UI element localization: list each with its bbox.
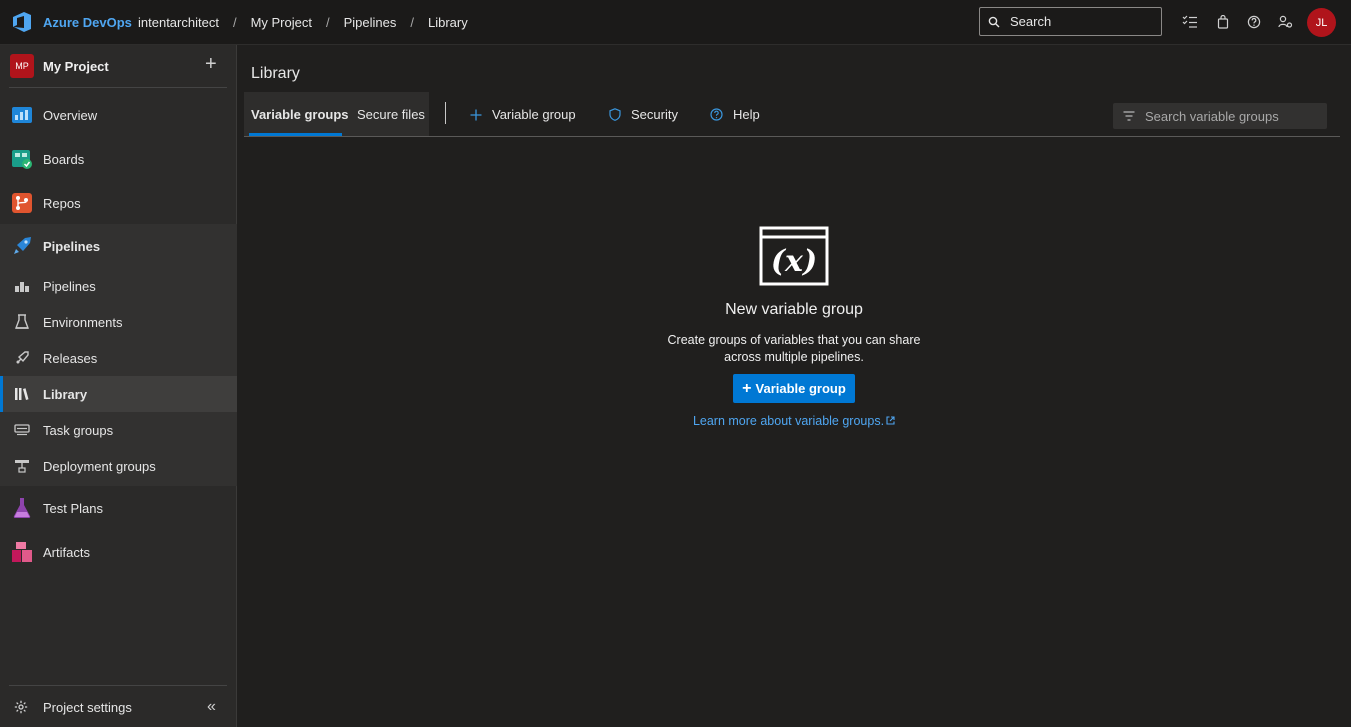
divider bbox=[9, 685, 227, 686]
help-command[interactable]: Help bbox=[710, 107, 760, 122]
page-title: Library bbox=[251, 65, 300, 82]
sidebar-item-task-groups[interactable]: Task groups bbox=[0, 412, 237, 448]
sidebar-item-overview[interactable]: Overview bbox=[0, 93, 237, 137]
add-project-button[interactable]: + bbox=[205, 53, 217, 76]
azure-devops-logo-icon[interactable] bbox=[11, 11, 33, 33]
button-label: Variable group bbox=[755, 381, 846, 396]
sidebar-item-releases[interactable]: Releases bbox=[0, 340, 237, 376]
active-tab-indicator bbox=[249, 133, 342, 136]
command-label: Variable group bbox=[492, 107, 576, 122]
tab-variable-groups[interactable]: Variable groups bbox=[251, 107, 349, 122]
project-settings-label: Project settings bbox=[43, 699, 132, 715]
test-plans-icon bbox=[13, 498, 31, 518]
sidebar-item-label: Test Plans bbox=[43, 500, 103, 516]
breadcrumb-pipelines[interactable]: Pipelines bbox=[344, 15, 397, 30]
deployment-groups-icon bbox=[15, 460, 29, 473]
command-label: Help bbox=[733, 107, 760, 122]
filter-box[interactable] bbox=[1113, 103, 1327, 129]
sidebar: MP My Project + Overview Boards Repos Pi… bbox=[0, 45, 237, 727]
breadcrumb: intentarchitect / My Project / Pipelines… bbox=[138, 15, 468, 30]
sidebar-item-label: Repos bbox=[43, 195, 81, 211]
project-settings-button[interactable]: Project settings « bbox=[0, 688, 237, 726]
sidebar-item-label: Task groups bbox=[43, 422, 114, 438]
search-icon bbox=[988, 16, 1000, 27]
description-line: across multiple pipelines. bbox=[724, 350, 864, 364]
sidebar-item-boards[interactable]: Boards bbox=[0, 137, 237, 181]
collapse-sidebar-button[interactable]: « bbox=[207, 698, 216, 716]
gear-icon bbox=[14, 700, 28, 714]
variable-group-icon: (x) bbox=[759, 226, 829, 286]
breadcrumb-library[interactable]: Library bbox=[428, 15, 468, 30]
new-variable-group-button[interactable]: + Variable group bbox=[733, 374, 855, 403]
empty-state-description: Create groups of variables that you can … bbox=[644, 332, 944, 366]
avatar[interactable]: JL bbox=[1307, 8, 1336, 37]
security-command[interactable]: Security bbox=[609, 107, 678, 122]
top-bar: Azure DevOps intentarchitect / My Projec… bbox=[0, 0, 1351, 45]
sidebar-item-label: Pipelines bbox=[43, 238, 101, 254]
pipelines-section: Pipelines Pipelines Environments Release… bbox=[0, 224, 237, 486]
project-name[interactable]: My Project bbox=[43, 59, 109, 74]
sidebar-item-label: Boards bbox=[43, 151, 85, 167]
search-variable-groups-input[interactable] bbox=[1145, 108, 1325, 124]
external-link-icon bbox=[886, 416, 895, 425]
sidebar-item-label: Pipelines bbox=[43, 278, 96, 294]
command-bar: Variable groups Secure files Variable gr… bbox=[244, 92, 1340, 137]
user-settings-icon[interactable] bbox=[1276, 13, 1294, 31]
help-circle-icon bbox=[710, 108, 723, 121]
sidebar-item-deployment-groups[interactable]: Deployment groups bbox=[0, 448, 237, 484]
pipelines-sub-icon bbox=[15, 282, 29, 292]
empty-state-title: New variable group bbox=[725, 301, 863, 318]
project-badge: MP bbox=[10, 54, 34, 78]
top-search-box[interactable] bbox=[979, 7, 1162, 36]
divider bbox=[445, 102, 446, 124]
environments-icon bbox=[14, 314, 30, 329]
tab-secure-files[interactable]: Secure files bbox=[357, 107, 425, 122]
releases-icon bbox=[16, 351, 29, 364]
sidebar-item-pipelines-sub[interactable]: Pipelines bbox=[0, 268, 237, 304]
sidebar-item-label: Artifacts bbox=[43, 544, 90, 560]
breadcrumb-separator: / bbox=[410, 15, 414, 30]
sidebar-item-test-plans[interactable]: Test Plans bbox=[0, 486, 237, 530]
variable-group-icon-text: (x) bbox=[771, 244, 817, 279]
tab-group: Variable groups Secure files bbox=[244, 92, 429, 136]
sidebar-item-label: Environments bbox=[43, 314, 123, 330]
sidebar-item-library[interactable]: Library bbox=[0, 376, 237, 412]
top-search-input[interactable] bbox=[1010, 14, 1150, 29]
overview-icon bbox=[12, 107, 32, 123]
sidebar-item-repos[interactable]: Repos bbox=[0, 181, 237, 225]
project-header[interactable]: MP My Project + bbox=[9, 53, 227, 88]
plus-icon bbox=[470, 109, 482, 121]
breadcrumb-separator: / bbox=[325, 15, 330, 30]
link-text: Learn more about variable groups. bbox=[692, 414, 885, 428]
library-icon bbox=[15, 388, 29, 400]
breadcrumb-org[interactable]: intentarchitect bbox=[138, 15, 219, 30]
active-indicator bbox=[0, 376, 3, 412]
breadcrumb-project[interactable]: My Project bbox=[251, 15, 312, 30]
sidebar-item-environments[interactable]: Environments bbox=[0, 304, 237, 340]
filter-icon bbox=[1123, 111, 1135, 121]
sidebar-item-label: Releases bbox=[43, 350, 98, 366]
boards-icon bbox=[12, 150, 32, 169]
task-groups-icon bbox=[14, 424, 30, 436]
add-variable-group-command[interactable]: Variable group bbox=[470, 107, 576, 122]
learn-more-link[interactable]: Learn more about variable groups. bbox=[644, 414, 944, 428]
shopping-bag-icon[interactable] bbox=[1214, 13, 1232, 31]
description-line: Create groups of variables that you can … bbox=[667, 333, 921, 347]
sidebar-item-label: Library bbox=[43, 386, 88, 402]
shield-icon bbox=[609, 108, 621, 121]
sidebar-item-label: Deployment groups bbox=[43, 458, 156, 474]
sidebar-item-artifacts[interactable]: Artifacts bbox=[0, 530, 237, 574]
sidebar-item-pipelines[interactable]: Pipelines bbox=[0, 224, 237, 268]
help-icon[interactable] bbox=[1245, 13, 1263, 31]
breadcrumb-separator: / bbox=[232, 15, 237, 30]
command-label: Security bbox=[631, 107, 678, 122]
artifacts-icon bbox=[12, 542, 32, 562]
pipelines-icon bbox=[14, 237, 31, 254]
repos-icon bbox=[12, 193, 32, 213]
brand-name[interactable]: Azure DevOps bbox=[43, 15, 132, 30]
plus-icon: + bbox=[742, 379, 752, 397]
sidebar-item-label: Overview bbox=[43, 107, 98, 123]
task-list-icon[interactable] bbox=[1181, 13, 1199, 31]
